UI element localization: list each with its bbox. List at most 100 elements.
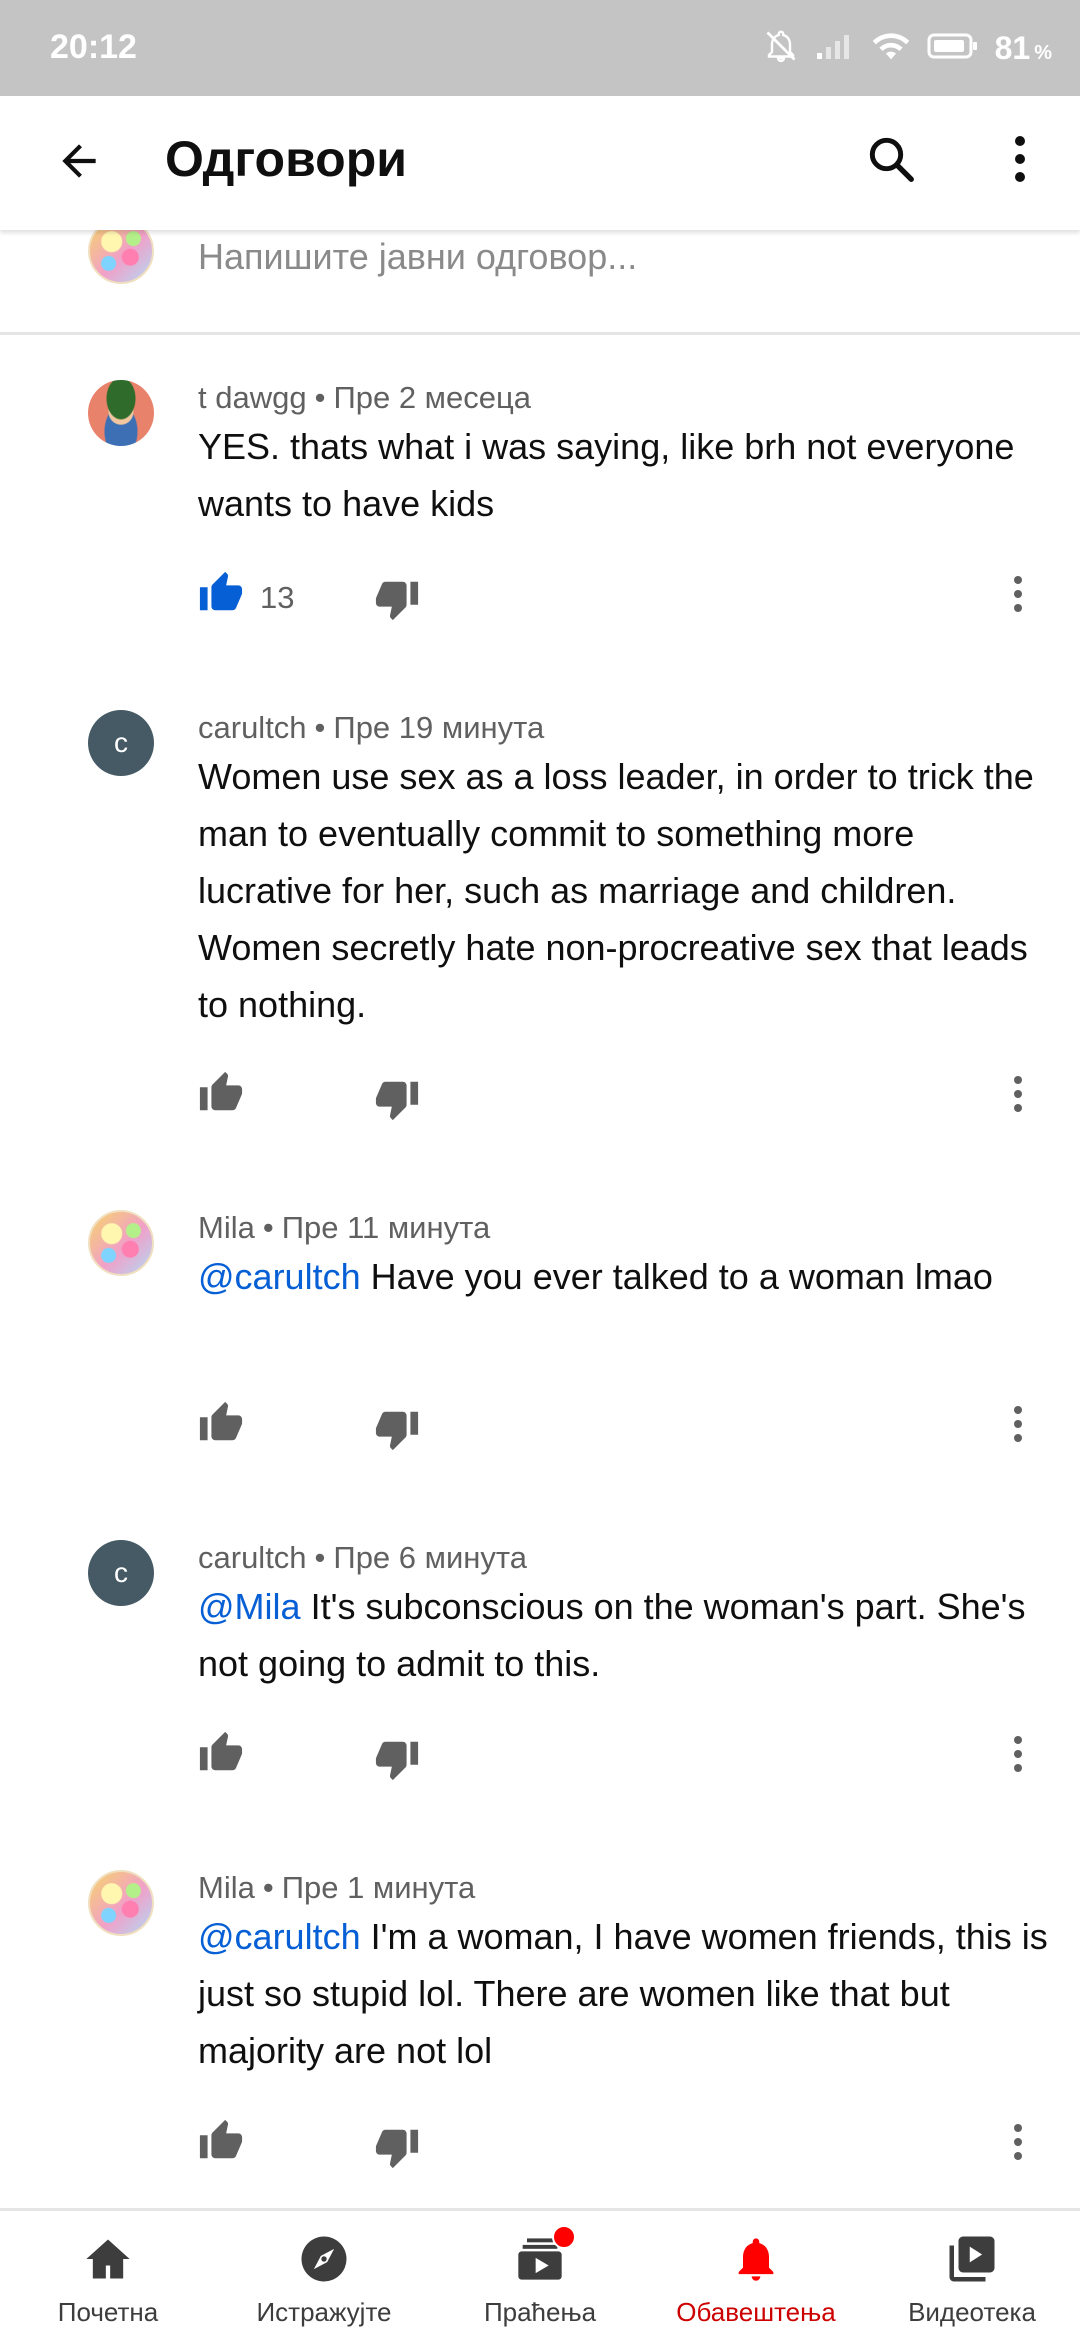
comment-time: Пре 19 минута [333,710,545,745]
reply-composer: Напишите јавни одговор... [0,218,1080,335]
search-button[interactable] [856,126,926,196]
thumb-down-icon [374,1741,420,1786]
nav-library[interactable]: Видеотека [864,2211,1080,2343]
comment-text: Women use sex as a loss leader, in order… [198,748,1048,1033]
comment-meta: t dawgg • Пре 2 месеца [198,380,531,415]
comment-author[interactable]: Mila [198,1870,255,1905]
comment-author[interactable]: carultch [198,1540,307,1575]
thumb-up-icon [198,2119,244,2168]
nav-label: Обавештења [676,2297,836,2327]
status-time: 20:12 [50,28,137,66]
avatar-letter: c [114,727,128,758]
comment-author[interactable]: carultch [198,710,307,745]
back-button[interactable] [44,128,114,198]
comment-menu-button[interactable] [1012,2122,1024,2167]
wifi-icon [871,29,911,68]
subscriptions-icon [514,2225,576,2289]
like-button[interactable] [198,1400,244,1451]
notification-dot [552,2225,576,2249]
comment-item: Mila • Пре 1 минута @carultch I'm a woman,… [0,1870,1080,2170]
comment-body: It's subconscious on the woman's part. S… [198,1586,1026,1684]
thumb-down-icon [374,1411,420,1456]
avatar[interactable] [88,380,154,446]
nav-home[interactable]: Почетна [0,2211,216,2343]
reply-input[interactable]: Напишите јавни одговор... [198,236,637,278]
nav-label: Истражујте [256,2297,392,2327]
avatar[interactable]: c [88,1540,154,1606]
thumb-up-icon [198,1731,244,1780]
comment-item: c carultch • Пре 19 минута Women use sex a… [0,710,1080,1130]
more-vert-icon [1012,576,1024,618]
status-icons: 81% [763,24,1052,72]
more-vert-icon [1012,1736,1024,1778]
comment-menu-button[interactable] [1012,1734,1024,1779]
nav-notifications[interactable]: Обавештења [648,2211,864,2343]
mention-link[interactable]: @carultch [198,1256,361,1297]
thumb-down-icon [374,2129,420,2174]
like-button[interactable] [198,1730,244,1781]
explore-icon [297,2229,351,2289]
comment-author[interactable]: t dawgg [198,380,307,415]
nav-label: Праћења [483,2297,597,2327]
comment-item: t dawgg • Пре 2 месеца YES. thats what i w… [0,380,1080,640]
battery-icon [927,31,979,66]
comment-item: Mila • Пре 11 минута @carultch Have you ev… [0,1210,1080,1460]
more-vert-icon [1012,1406,1024,1448]
more-vert-icon [1012,2124,1024,2166]
comment-actions [0,2118,1080,2178]
comment-menu-button[interactable] [1012,1404,1024,1449]
comment-menu-button[interactable] [1012,574,1024,619]
like-button[interactable] [198,1070,244,1121]
like-button[interactable] [198,2118,244,2169]
search-icon [864,132,918,191]
comment-meta: carultch • Пре 6 минута [198,1540,527,1575]
dislike-button[interactable] [374,1076,420,1127]
avatar-letter: c [114,1557,128,1588]
comment-meta: Mila • Пре 1 минута [198,1870,476,1905]
nav-subscriptions[interactable]: Праћења [432,2211,648,2343]
comment-meta: carultch • Пре 19 минута [198,710,545,745]
comment-actions [0,1730,1080,1790]
mute-bell-icon [763,28,799,69]
dislike-button[interactable] [374,1406,420,1457]
avatar[interactable] [88,1870,154,1936]
thumb-up-icon [198,1401,244,1450]
nav-label: Видеотека [908,2297,1036,2327]
bottom-navigation: Почетна Истражујте Праћења Обавештења Ви… [0,2208,1080,2343]
status-bar: 20:12 81% [0,0,1080,96]
thumb-down-icon [374,581,420,626]
thumb-up-icon [198,1071,244,1120]
comment-author[interactable]: Mila [198,1210,255,1245]
dislike-button[interactable] [374,576,420,627]
thumb-up-filled-icon [198,571,244,620]
app-bar: Одговори [0,96,1080,230]
comment-text: @carultch I'm a woman, I have women frie… [198,1908,1048,2079]
thumb-down-icon [374,1081,420,1126]
comment-actions: 13 [0,570,1080,630]
comment-text: @Mila It's subconscious on the woman's p… [198,1578,1048,1692]
bell-icon [730,2229,782,2289]
comment-actions [0,1070,1080,1130]
more-options-button[interactable] [1000,126,1040,196]
nav-explore[interactable]: Истражујте [216,2211,432,2343]
comment-menu-button[interactable] [1012,1074,1024,1119]
mention-link[interactable]: @Mila [198,1586,301,1627]
comment-body: Have you ever talked to a woman lmao [360,1256,993,1297]
dislike-button[interactable] [374,1736,420,1787]
page-title: Одговори [165,131,407,187]
more-vert-icon [1012,1076,1024,1118]
arrow-back-icon [54,136,104,191]
like-button[interactable] [198,570,244,621]
library-icon [945,2229,999,2289]
avatar[interactable]: c [88,710,154,776]
comment-item: c carultch • Пре 6 минута @Mila It's subco… [0,1540,1080,1790]
dislike-button[interactable] [374,2124,420,2175]
mention-link[interactable]: @carultch [198,1916,361,1957]
comment-meta: Mila • Пре 11 минута [198,1210,491,1245]
more-vert-icon [1013,135,1027,188]
nav-label: Почетна [57,2297,159,2327]
avatar[interactable] [88,1210,154,1276]
comment-time: Пре 6 минута [333,1540,527,1575]
comment-time: Пре 1 минута [281,1870,476,1905]
comment-time: Пре 11 минута [281,1210,491,1245]
